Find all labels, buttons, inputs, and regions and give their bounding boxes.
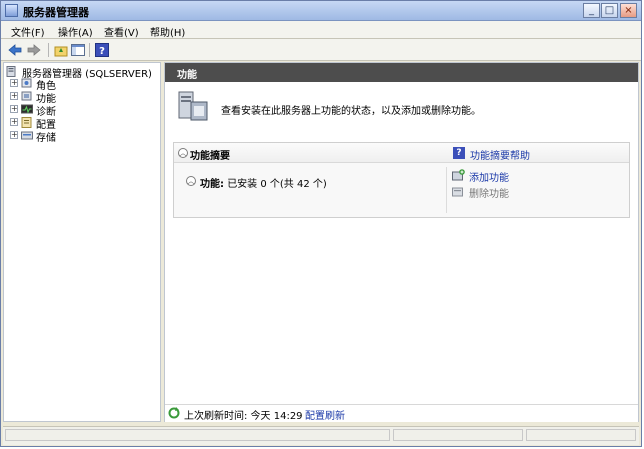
menu-help[interactable]: 帮助(H) — [150, 24, 185, 39]
collapse-chevron-icon[interactable]: ︿ — [178, 148, 188, 158]
menu-bar: 文件(F) 操作(A) 查看(V) 帮助(H) — [1, 21, 641, 39]
add-features-label: 添加功能 — [469, 173, 509, 184]
server-icon — [6, 66, 18, 77]
menu-view[interactable]: 查看(V) — [104, 24, 139, 39]
configure-refresh-link[interactable]: 配置刷新 — [305, 407, 345, 422]
expand-toggle[interactable]: + — [10, 105, 18, 113]
page-title: 功能 — [177, 70, 197, 81]
close-button[interactable]: × — [620, 3, 637, 18]
storage-icon — [21, 130, 33, 141]
refresh-bar: 上次刷新时间: 今天 14:29 配置刷新 — [165, 404, 638, 422]
summary-body: ︿ 功能: 已安装 0 个(共 42 个) 添加功能 删除功能 — [174, 163, 629, 219]
expand-toggle[interactable]: + — [10, 118, 18, 126]
status-value: 已安装 0 个(共 42 个) — [227, 179, 327, 190]
maximize-button[interactable]: □ — [601, 3, 618, 18]
roles-icon — [21, 78, 33, 89]
title-bar[interactable]: 服务器管理器 _ □ × — [1, 1, 641, 21]
features-large-icon — [176, 88, 210, 124]
page-title-bar: 功能 — [165, 63, 638, 82]
tree-item-label: 存储 — [36, 133, 56, 144]
status-label: 功能: — [200, 179, 224, 190]
toolbar-separator — [89, 43, 90, 57]
window-title: 服务器管理器 — [23, 6, 89, 19]
menu-file[interactable]: 文件(F) — [11, 24, 45, 39]
show-hide-console-tree-icon[interactable] — [70, 42, 86, 58]
collapse-chevron-icon[interactable]: ︿ — [186, 176, 196, 186]
diagnostics-icon — [21, 104, 33, 115]
expand-toggle[interactable]: + — [10, 131, 18, 139]
add-features-icon — [452, 169, 465, 181]
menu-action[interactable]: 操作(A) — [58, 24, 93, 39]
summary-help-link[interactable]: 功能摘要帮助 — [470, 147, 530, 162]
help-icon[interactable]: ? — [94, 42, 110, 58]
svg-text:?: ? — [99, 46, 105, 57]
features-status: 功能: 已安装 0 个(共 42 个) — [200, 175, 327, 190]
server-manager-window: 服务器管理器 _ □ × 文件(F) 操作(A) 查看(V) 帮助(H) ? 服… — [0, 0, 642, 447]
summary-title: 功能摘要 — [190, 151, 230, 162]
console-tree: 服务器管理器 (SQLSERVER) + 角色 + 功能 + 诊断 + 配置 +… — [3, 62, 161, 422]
server-manager-icon — [5, 4, 18, 17]
configuration-icon — [21, 117, 33, 128]
expand-toggle[interactable]: + — [10, 92, 18, 100]
remove-features-icon — [452, 185, 465, 197]
up-folder-icon[interactable] — [53, 42, 69, 58]
details-pane: 功能 查看安装在此服务器上功能的状态，以及添加或删除功能。 ︿ 功能摘要 ? 功… — [164, 62, 639, 422]
expand-toggle[interactable]: + — [10, 79, 18, 87]
help-icon[interactable]: ? — [453, 147, 465, 159]
remove-features-label: 删除功能 — [469, 189, 509, 200]
intro-description: 查看安装在此服务器上功能的状态，以及添加或删除功能。 — [221, 106, 481, 117]
forward-arrow-icon[interactable] — [26, 42, 42, 58]
refresh-icon — [168, 407, 180, 419]
status-cell — [5, 429, 390, 441]
status-cell — [526, 429, 636, 441]
summary-header[interactable]: ︿ 功能摘要 ? 功能摘要帮助 — [174, 143, 629, 163]
features-summary-section: ︿ 功能摘要 ? 功能摘要帮助 ︿ 功能: 已安装 0 个(共 42 个) 添加… — [173, 142, 630, 218]
actions-divider — [446, 167, 447, 213]
last-refresh-text: 上次刷新时间: 今天 14:29 — [184, 411, 303, 422]
toolbar-separator — [48, 43, 49, 57]
features-icon — [21, 91, 33, 102]
back-arrow-icon[interactable] — [7, 42, 23, 58]
toolbar: ? — [1, 39, 641, 61]
status-cell — [393, 429, 523, 441]
status-bar — [3, 426, 639, 445]
minimize-button[interactable]: _ — [583, 3, 600, 18]
